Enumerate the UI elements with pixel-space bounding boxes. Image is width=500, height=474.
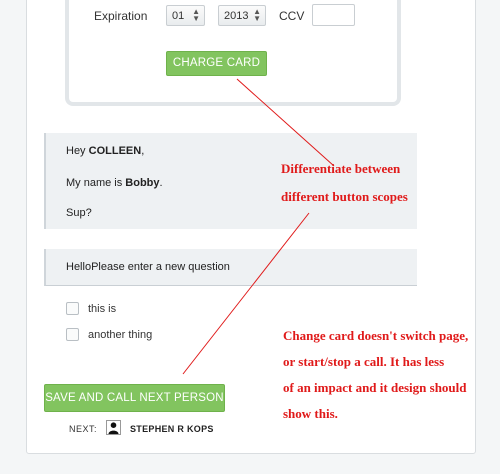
annotation-arrows	[182, 78, 335, 375]
annotation-note-1-line-2: different button scopes	[281, 189, 408, 204]
annotation-note-2-line-1: Change card doesn't switch page,	[283, 328, 469, 343]
annotation-note-2-line-4: show this.	[283, 406, 338, 421]
annotation-note-1-line-1: Differentiate between	[281, 161, 401, 176]
annotation-note-2-line-3: of an impact and it design should	[283, 380, 467, 395]
annotation-note-2-line-2: or start/stop a call. It has less	[283, 354, 445, 369]
annotation-line-save	[182, 212, 310, 375]
annotation-line-charge	[236, 78, 335, 167]
